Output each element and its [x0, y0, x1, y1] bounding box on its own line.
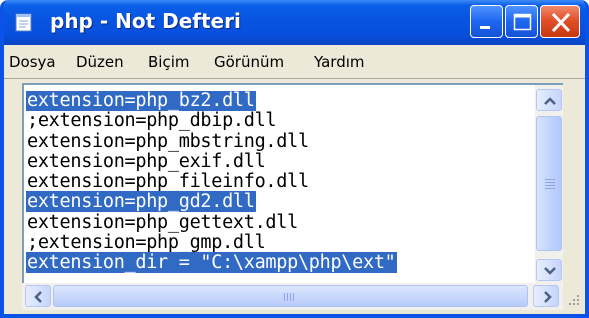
- text-line: extension=php_fileinfo.dll: [27, 171, 309, 193]
- horizontal-scroll-thumb[interactable]: [53, 285, 528, 307]
- chevron-up-icon: [544, 97, 556, 105]
- menu-bar: Dosya Düzen Biçim Görünüm Yardım: [4, 45, 585, 79]
- text-line: extension=php_bz2.dll: [26, 91, 256, 111]
- chevron-left-icon: [34, 291, 42, 303]
- text-line: ;extension=php_gmp.dll: [27, 232, 266, 254]
- minimize-button[interactable]: [470, 5, 503, 38]
- window-title: php - Not Defteri: [50, 9, 241, 33]
- menu-help[interactable]: Yardım: [314, 53, 365, 71]
- scroll-up-button[interactable]: [536, 89, 562, 111]
- maximize-button[interactable]: [505, 5, 538, 38]
- menu-format[interactable]: Biçim: [148, 53, 189, 71]
- text-line: ;extension=php_dbip.dll: [27, 110, 277, 132]
- minimize-icon: [480, 26, 490, 29]
- text-line: extension_dir = "C:\xampp\php\ext": [26, 252, 397, 274]
- menu-edit[interactable]: Düzen: [76, 53, 124, 71]
- scroll-right-button[interactable]: [533, 285, 559, 307]
- scroll-down-button[interactable]: [536, 259, 562, 281]
- chevron-right-icon: [544, 291, 552, 303]
- text-line: extension=php_mbstring.dll: [27, 130, 309, 152]
- vertical-scrollbar[interactable]: [535, 85, 563, 283]
- notepad-icon: [15, 13, 32, 32]
- resize-grip[interactable]: [563, 283, 585, 310]
- text-line: extension=php_gettext.dll: [27, 211, 298, 233]
- horizontal-scrollbar[interactable]: [22, 283, 563, 310]
- notepad-window: php - Not Defteri Dosya Düzen Biçim Görü…: [0, 0, 589, 318]
- title-bar[interactable]: php - Not Defteri: [4, 0, 585, 45]
- close-icon: [551, 12, 571, 33]
- text-line: extension=php_exif.dll: [27, 150, 266, 172]
- text-content[interactable]: extension=php_bz2.dll ;extension=php_dbi…: [26, 91, 536, 281]
- close-button[interactable]: [540, 5, 580, 38]
- text-line: extension=php_gd2.dll: [26, 191, 256, 213]
- vertical-scroll-thumb[interactable]: [536, 116, 562, 251]
- maximize-icon: [513, 13, 532, 31]
- menu-file[interactable]: Dosya: [9, 53, 56, 71]
- menu-view[interactable]: Görünüm: [214, 53, 284, 71]
- chevron-down-icon: [544, 267, 556, 275]
- text-editor[interactable]: extension=php_bz2.dll ;extension=php_dbi…: [22, 83, 563, 283]
- scroll-left-button[interactable]: [25, 285, 51, 307]
